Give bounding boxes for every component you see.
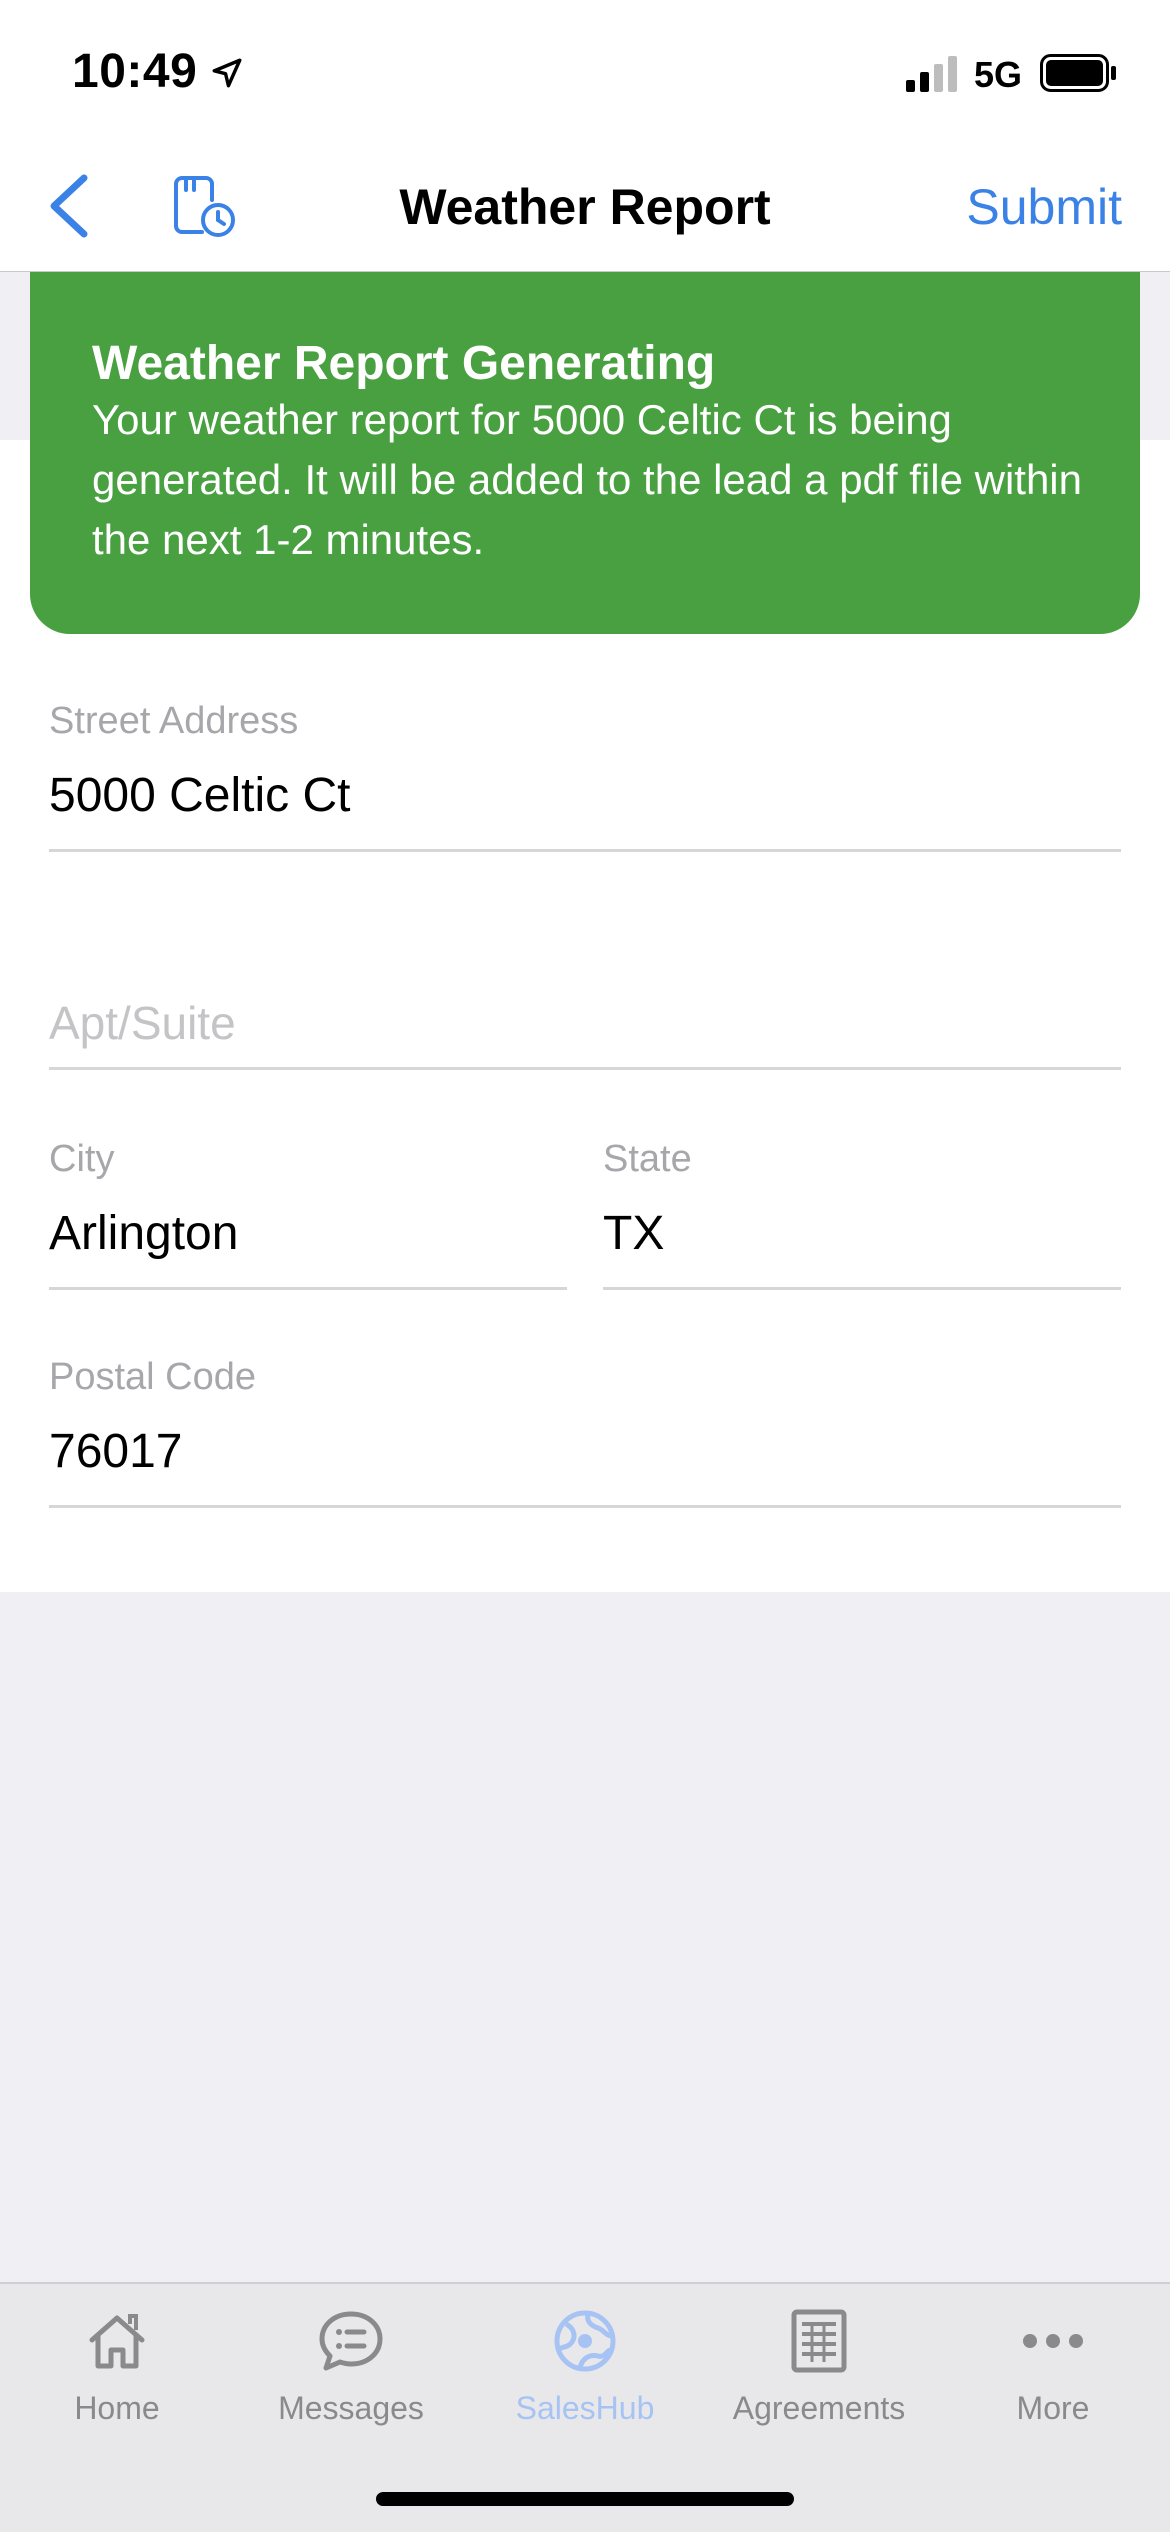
document-clock-icon[interactable] — [172, 174, 238, 240]
city-input[interactable]: City Arlington — [49, 1138, 567, 1290]
document-icon — [791, 2309, 847, 2373]
apt-suite-underline — [49, 1067, 1121, 1070]
signal-strength-icon — [906, 56, 957, 92]
location-arrow-icon — [212, 58, 242, 88]
status-time: 10:49 — [72, 45, 198, 98]
home-icon — [89, 2314, 145, 2369]
messages-icon — [319, 2311, 383, 2371]
state-value[interactable]: TX — [603, 1206, 664, 1261]
tab-saleshub-label: SalesHub — [515, 2390, 655, 2426]
city-label: City — [49, 1138, 115, 1180]
postal-code-input[interactable]: Postal Code 76017 — [49, 1356, 1121, 1508]
tab-home-label: Home — [74, 2390, 160, 2426]
apt-suite-placeholder: Apt/Suite — [49, 997, 236, 1049]
postal-code-value[interactable]: 76017 — [49, 1424, 182, 1479]
navigation-bar: Weather Report Submit — [0, 140, 1170, 272]
tab-more-label: More — [1016, 2390, 1090, 2426]
city-underline — [49, 1287, 567, 1290]
tab-agreements[interactable]: Agreements — [702, 2306, 936, 2446]
weather-report-toast[interactable]: Weather Report Generating Your weather r… — [30, 272, 1140, 634]
tab-messages[interactable]: Messages — [234, 2306, 468, 2446]
home-indicator — [376, 2492, 794, 2506]
network-type: 5G — [974, 54, 1023, 95]
tab-saleshub[interactable]: SalesHub — [468, 2306, 702, 2446]
apt-suite-input[interactable]: Apt/Suite — [49, 996, 1121, 1070]
state-label: State — [603, 1138, 692, 1180]
city-value[interactable]: Arlington — [49, 1206, 238, 1261]
battery-icon — [1040, 54, 1116, 92]
more-icon — [1023, 2334, 1083, 2348]
status-bar: 10:49 5G — [0, 0, 1170, 140]
street-address-underline — [49, 849, 1121, 852]
screen: 10:49 5G Weather Report Submit Street Ad… — [0, 0, 1170, 2532]
back-chevron-icon[interactable] — [40, 170, 100, 242]
page-title: Weather Report — [399, 179, 771, 235]
tab-messages-label: Messages — [278, 2390, 424, 2426]
tab-agreements-label: Agreements — [732, 2390, 906, 2426]
street-address-input[interactable]: Street Address 5000 Celtic Ct — [49, 700, 1121, 852]
tab-more[interactable]: More — [936, 2306, 1170, 2446]
state-input[interactable]: State TX — [603, 1138, 1121, 1290]
street-address-label: Street Address — [49, 700, 299, 742]
toast-message: Your weather report for 5000 Celtic Ct i… — [92, 396, 1082, 563]
tab-home[interactable]: Home — [0, 2306, 234, 2446]
postal-code-label: Postal Code — [49, 1356, 257, 1398]
state-underline — [603, 1287, 1121, 1290]
street-address-value[interactable]: 5000 Celtic Ct — [49, 768, 350, 823]
submit-button[interactable]: Submit — [966, 178, 1122, 236]
globe-icon — [554, 2310, 616, 2372]
toast-title: Weather Report Generating — [92, 337, 716, 390]
postal-code-underline — [49, 1505, 1121, 1508]
